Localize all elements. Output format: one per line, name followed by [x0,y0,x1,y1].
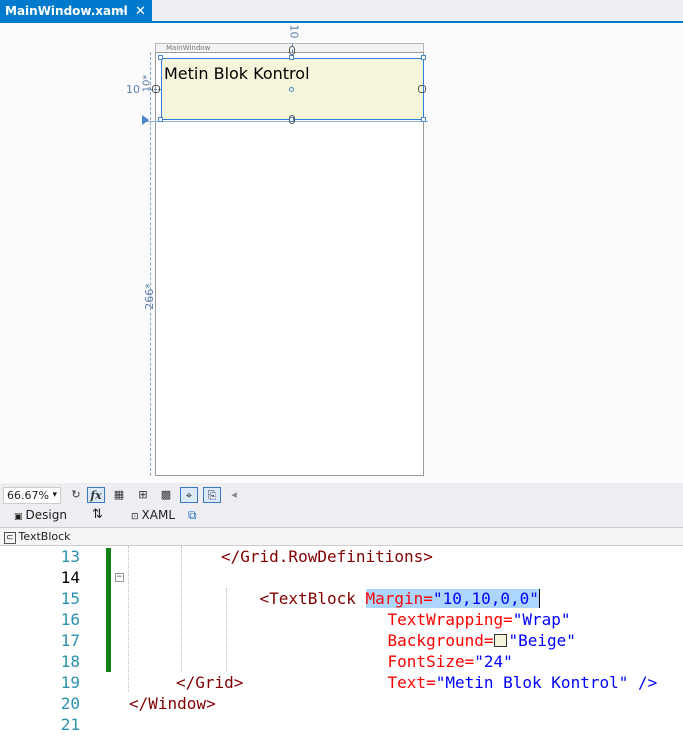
tab-design-label: Design [25,508,67,522]
document-tab-strip: MainWindow.xaml ⊣ ✕ [0,0,683,23]
row-divider[interactable] [145,121,428,122]
line-number: 13 [60,547,80,566]
line-number: 21 [60,715,80,734]
designer-toolbar: 66.67% ▾ ↻ fx ▦ ⊞ ▩ ⌖ ⎘ ◂ [0,483,683,507]
left-margin-label: 10 [126,83,140,96]
collapse-icon[interactable]: ◂ [225,487,243,503]
pin-icon[interactable]: ⊣ [117,0,127,23]
resize-handle-tl[interactable] [158,55,163,60]
layout-icon[interactable]: ⊞ [134,487,152,503]
tab-design[interactable]: ▣ Design [14,507,67,527]
collapse-toggle-icon[interactable]: − [115,573,124,582]
code-tag-close: /> [628,673,658,692]
center-anchor-icon[interactable] [289,87,294,92]
effects-fx-button[interactable]: fx [87,487,105,503]
resize-handle-t[interactable] [289,55,294,60]
top-margin-label: 10 [287,24,301,39]
indent-guide [181,546,182,672]
code-val-background: "Beige" [508,631,576,650]
code-line-20: </Window> [129,694,216,713]
code-val-text: "Metin Blok Kontrol" [435,673,629,692]
tab-mainwindow-xaml[interactable]: MainWindow.xaml ⊣ ✕ [0,0,152,23]
xaml-icon: ⊡ [131,512,139,522]
left-chain-icon[interactable] [152,85,160,93]
resize-handle-tr[interactable] [421,55,426,60]
code-line-13: </Grid.RowDefinitions> [221,547,433,566]
resize-handle-br[interactable] [421,117,426,122]
tab-xaml[interactable]: ⊡ XAML [131,507,175,527]
line-number: 17 [60,631,80,650]
popout-icon[interactable]: ⧉ [188,507,197,527]
row-marker-icon[interactable] [142,115,149,125]
swap-panes-icon[interactable]: ⇅ [92,507,103,527]
snap-lines-icon[interactable]: ⎘ [203,487,221,503]
line-number: 16 [60,610,80,629]
bottom-chain-icon[interactable] [289,115,295,124]
code-attr-text: Text= [387,673,436,692]
checkerboard-icon[interactable]: ▩ [157,487,175,503]
tab-xaml-label: XAML [141,508,176,522]
line-number: 18 [60,652,80,671]
change-bar [106,548,111,672]
right-chain-icon[interactable] [418,85,426,93]
zoom-select[interactable]: 66.67% ▾ [3,487,61,504]
design-icon: ▣ [14,512,23,522]
line-number: 15 [60,589,80,608]
close-icon[interactable]: ✕ [135,0,146,23]
line-number: 19 [60,673,80,692]
breadcrumb-label: TextBlock [18,530,71,543]
resize-handle-bl[interactable] [158,117,163,122]
view-tabs: ▣ Design ⇅ ⊡ XAML ⧉ [0,507,683,527]
row-ruler [150,52,151,476]
snap-gridlines-icon[interactable]: ⌖ [180,487,198,503]
row2-height-label[interactable]: 266* [143,283,156,310]
row1-height-label[interactable]: 10* [141,75,152,93]
line-number: 14 [60,568,80,587]
tab-title: MainWindow.xaml [5,4,128,18]
code-line-18: Text="Metin Blok Kontrol" /> [349,651,658,714]
zoom-value: 66.67% [7,489,49,502]
top-chain-icon[interactable] [289,46,295,55]
grid-icon[interactable]: ▦ [110,487,128,503]
code-line-19: </Grid> [176,673,244,692]
textblock-text: Metin Blok Kontrol [164,64,310,83]
chevron-down-icon: ▾ [52,490,57,500]
breadcrumb[interactable]: ⊂ TextBlock [0,527,683,546]
xaml-editor[interactable]: − 13 14 15 16 17 18 19 20 21 </Grid.RowD… [0,546,683,741]
refresh-icon[interactable]: ↻ [67,487,85,503]
line-number: 20 [60,694,80,713]
indent-guide [128,546,129,692]
element-icon: ⊂ [4,532,16,544]
